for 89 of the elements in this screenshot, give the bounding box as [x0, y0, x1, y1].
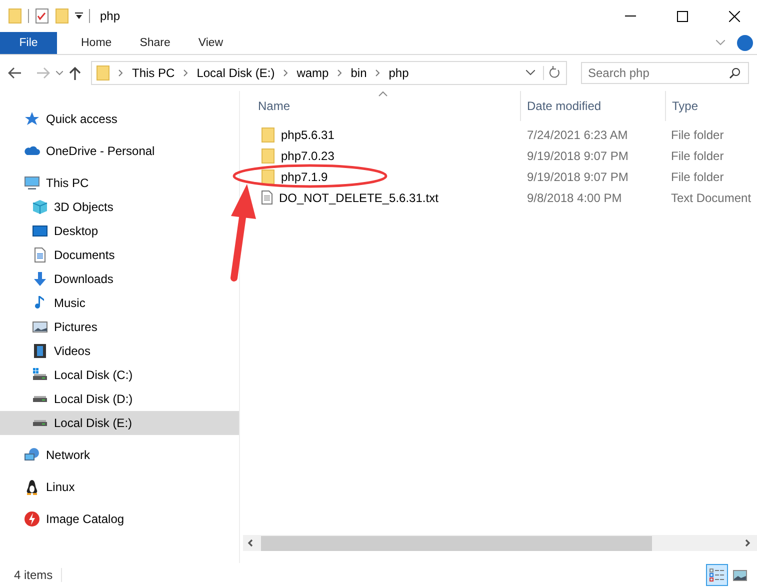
details-view-button[interactable]: [706, 564, 728, 586]
file-name[interactable]: DO_NOT_DELETE_5.6.31.txt: [261, 190, 438, 205]
sidebar-item[interactable]: This PC: [0, 171, 239, 195]
network-icon: [24, 447, 40, 463]
hard-drive-icon: [32, 395, 48, 403]
folder-icon: [96, 65, 110, 81]
breadcrumb[interactable]: php: [388, 66, 409, 80]
folder-icon: [55, 8, 69, 24]
chevron-icon: [336, 69, 343, 77]
file-name[interactable]: php7.0.23: [261, 148, 334, 164]
sidebar-item[interactable]: Music: [0, 291, 239, 315]
sidebar-item[interactable]: Local Disk (E:): [0, 411, 239, 435]
lightning-icon: [24, 511, 40, 527]
scroll-left-icon[interactable]: [246, 539, 254, 547]
chevron-icon: [182, 69, 189, 77]
column-header[interactable]: Type: [665, 91, 757, 121]
date-modified: 9/8/2018 4:00 PM: [526, 190, 623, 204]
star-icon: [24, 111, 40, 127]
expand-ribbon-icon[interactable]: [716, 40, 725, 46]
sidebar-item[interactable]: Documents: [0, 243, 239, 267]
file-type: File folder: [670, 170, 725, 184]
maximize-icon: [676, 10, 688, 22]
breadcrumb[interactable]: Local Disk (E:): [196, 66, 275, 80]
sidebar-item[interactable]: OneDrive - Personal: [0, 139, 239, 163]
folder-icon: [261, 148, 275, 164]
sidebar-item[interactable]: Desktop: [0, 219, 239, 243]
sidebar-item[interactable]: Videos: [0, 339, 239, 363]
up-icon[interactable]: [69, 66, 81, 80]
sidebar-item[interactable]: Quick access: [0, 107, 239, 131]
hard-drive-icon: [32, 419, 48, 427]
horizontal-scrollbar[interactable]: [243, 535, 757, 551]
search-field[interactable]: Search php: [581, 62, 749, 84]
sidebar-item[interactable]: Image Catalog: [0, 507, 239, 531]
details-list-icon: [709, 568, 725, 582]
sidebar-item[interactable]: Network: [0, 443, 239, 467]
sidebar-item[interactable]: Pictures: [0, 315, 239, 339]
column-header[interactable]: Date modified: [520, 91, 665, 121]
cube-icon: [32, 199, 48, 215]
penguin-icon: [24, 479, 40, 495]
minimize-icon: [624, 15, 636, 17]
date-modified: 9/19/2018 9:07 PM: [526, 148, 630, 162]
chevron-icon: [282, 69, 289, 77]
scroll-right-icon[interactable]: [744, 539, 752, 547]
picture-icon: [733, 570, 747, 580]
ribbon-tab[interactable]: Share: [126, 32, 184, 54]
file-type: File folder: [670, 148, 725, 162]
file-name[interactable]: php7.1.9: [261, 168, 328, 184]
checklist-icon[interactable]: [35, 8, 49, 24]
computer-icon: [24, 175, 40, 191]
file-name[interactable]: php5.6.31: [261, 126, 334, 142]
refresh-icon[interactable]: [543, 66, 562, 80]
sidebar-item[interactable]: Linux: [0, 475, 239, 499]
back-icon[interactable]: [8, 67, 22, 79]
sidebar-item[interactable]: 3D Objects: [0, 195, 239, 219]
help-icon[interactable]: [737, 35, 753, 51]
ribbon-tab[interactable]: Home: [67, 32, 126, 54]
picture-icon: [32, 319, 48, 335]
date-modified: 9/19/2018 9:07 PM: [526, 170, 630, 184]
address-bar[interactable]: This PC Local Disk (E:) wamp bin php: [91, 61, 567, 85]
download-icon: [32, 271, 48, 287]
recent-dropdown-icon[interactable]: [56, 70, 63, 76]
document-icon: [261, 190, 273, 205]
column-header[interactable]: Name: [245, 91, 520, 121]
ribbon-tab[interactable]: View: [184, 32, 238, 54]
windows-disk-icon: [32, 367, 48, 383]
dropdown-icon[interactable]: [526, 70, 535, 76]
breadcrumb[interactable]: bin: [350, 66, 367, 80]
film-icon: [32, 343, 48, 359]
chevron-icon: [118, 69, 124, 77]
search-icon[interactable]: [729, 67, 741, 79]
window-title: php: [100, 9, 122, 23]
folder-icon: [261, 126, 275, 142]
sidebar-item[interactable]: Local Disk (C:): [0, 363, 239, 387]
ribbon-tab[interactable]: File: [0, 32, 57, 54]
folder-icon: [8, 8, 22, 24]
date-modified: 7/24/2021 6:23 AM: [526, 128, 629, 142]
dropdown-icon[interactable]: [75, 12, 83, 20]
breadcrumb[interactable]: wamp: [296, 66, 329, 80]
file-type: Text Document: [670, 190, 752, 204]
breadcrumb[interactable]: This PC: [132, 66, 175, 80]
desktop-icon: [32, 223, 48, 239]
sidebar-item[interactable]: Local Disk (D:): [0, 387, 239, 411]
item-count: 4 items: [14, 568, 62, 582]
chevron-icon: [374, 69, 381, 77]
sidebar-item[interactable]: Downloads: [0, 267, 239, 291]
folder-icon: [261, 168, 275, 184]
document-icon: [32, 247, 48, 263]
close-icon: [728, 10, 740, 22]
file-type: File folder: [670, 128, 725, 142]
